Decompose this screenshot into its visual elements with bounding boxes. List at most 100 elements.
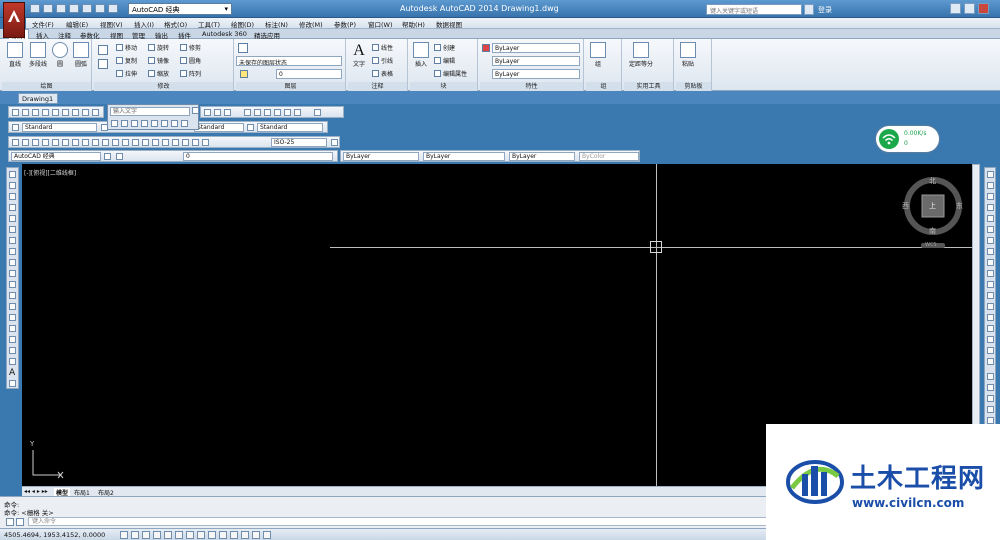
table-style-select[interactable]: Standard bbox=[257, 123, 323, 132]
zoom-extents-icon[interactable] bbox=[141, 120, 148, 127]
break-at-point-icon[interactable] bbox=[987, 292, 994, 299]
layer-properties-icon[interactable] bbox=[238, 43, 248, 53]
plotstyle-toolbar-select[interactable]: ByColor bbox=[579, 152, 639, 161]
viewport-controls-label[interactable]: [-][俯视][二维线框] bbox=[24, 168, 76, 177]
open-file-icon[interactable] bbox=[43, 4, 53, 13]
undo-icon[interactable] bbox=[95, 4, 105, 13]
panel-groups-title[interactable]: 组 bbox=[586, 82, 621, 91]
paste-tool[interactable]: 粘贴 bbox=[678, 42, 698, 68]
save-icon[interactable] bbox=[32, 109, 39, 116]
rectangle-icon[interactable] bbox=[98, 45, 108, 55]
linetype-select[interactable]: ByLayer bbox=[492, 56, 580, 66]
object-snap-icon[interactable] bbox=[175, 531, 183, 539]
table-style-icon[interactable] bbox=[247, 124, 254, 131]
blend-icon[interactable] bbox=[987, 347, 994, 354]
publish-icon[interactable] bbox=[62, 109, 69, 116]
construction-line-icon[interactable] bbox=[9, 182, 16, 189]
pan-icon[interactable] bbox=[161, 120, 168, 127]
command-search-icon[interactable] bbox=[16, 518, 24, 526]
workspace-toolbar-select[interactable]: AutoCAD 经典 bbox=[11, 152, 101, 161]
break-icon[interactable] bbox=[987, 303, 994, 310]
drawing-tab[interactable]: Drawing1 bbox=[18, 93, 58, 104]
edit-block-tool[interactable]: 编辑 bbox=[434, 56, 455, 65]
revision-cloud-icon[interactable] bbox=[9, 248, 16, 255]
create-block-tool[interactable]: 创建 bbox=[434, 43, 455, 52]
panel-block-title[interactable]: 块 bbox=[410, 82, 477, 91]
menu-item-view[interactable]: 视图(V) bbox=[100, 19, 123, 29]
transparency-icon[interactable] bbox=[241, 531, 249, 539]
lineweight-select[interactable]: ByLayer bbox=[492, 69, 580, 79]
send-back-icon[interactable] bbox=[987, 395, 994, 402]
panel-annotation-title[interactable]: 注释 bbox=[348, 82, 407, 91]
dynamic-input-icon[interactable] bbox=[219, 531, 227, 539]
snap-mode-icon[interactable] bbox=[131, 531, 139, 539]
add-selected-icon[interactable] bbox=[9, 380, 16, 387]
polygon-icon[interactable] bbox=[9, 204, 16, 211]
rectangle-icon[interactable] bbox=[9, 215, 16, 222]
orbit-icon[interactable] bbox=[171, 120, 178, 127]
table-tool[interactable]: 表格 bbox=[372, 69, 393, 78]
dim-jogged-icon[interactable] bbox=[62, 139, 69, 146]
trim-tool[interactable]: 修剪 bbox=[180, 43, 201, 52]
quick-dim-icon[interactable] bbox=[92, 139, 99, 146]
stretch-tool[interactable]: 拉伸 bbox=[116, 69, 137, 78]
zoom-out-icon[interactable] bbox=[224, 109, 231, 116]
menu-item-insert[interactable]: 插入(I) bbox=[134, 19, 154, 29]
copy-object-icon[interactable] bbox=[987, 182, 994, 189]
layer-toolbar-select[interactable]: 0 bbox=[183, 152, 333, 161]
rotate-icon[interactable] bbox=[987, 237, 994, 244]
text-tool[interactable]: A 文字 bbox=[349, 42, 369, 68]
dim-break-icon[interactable] bbox=[132, 139, 139, 146]
viewcube-east[interactable]: 东 bbox=[956, 201, 963, 211]
array-icon[interactable] bbox=[987, 215, 994, 222]
dim-text-edit-icon[interactable] bbox=[192, 139, 199, 146]
rotate-tool[interactable]: 旋转 bbox=[148, 43, 169, 52]
sheet-set-icon[interactable] bbox=[274, 109, 281, 116]
design-center-icon[interactable] bbox=[254, 109, 261, 116]
menu-item-dataview[interactable]: 数据视图 bbox=[436, 19, 462, 29]
polyline-tool[interactable]: 多段线 bbox=[27, 42, 49, 68]
viewcube-west[interactable]: 西 bbox=[902, 201, 909, 211]
open-icon[interactable] bbox=[22, 109, 29, 116]
dim-ordinate-icon[interactable] bbox=[42, 139, 49, 146]
save-as-icon[interactable] bbox=[69, 4, 79, 13]
table-icon[interactable] bbox=[9, 358, 16, 365]
scale-tool[interactable]: 缩放 bbox=[148, 69, 169, 78]
restore-button[interactable] bbox=[964, 3, 975, 14]
panel-properties-title[interactable]: 特性 bbox=[480, 82, 583, 91]
text-style-icon[interactable] bbox=[12, 124, 19, 131]
dim-update-icon[interactable] bbox=[202, 139, 209, 146]
plot-icon[interactable] bbox=[82, 4, 92, 13]
application-menu-button[interactable] bbox=[3, 2, 25, 38]
menu-item-dimension[interactable]: 标注(N) bbox=[265, 19, 288, 29]
workspace-settings-icon[interactable] bbox=[104, 153, 111, 160]
bring-front-icon[interactable] bbox=[987, 384, 994, 391]
group-tool[interactable]: 组 bbox=[588, 42, 608, 68]
polyline-icon[interactable] bbox=[9, 193, 16, 200]
dim-scale-select[interactable]: ISO-25 bbox=[271, 138, 327, 147]
chamfer-icon[interactable] bbox=[987, 325, 994, 332]
find-icon[interactable] bbox=[192, 107, 199, 114]
print-icon[interactable] bbox=[42, 109, 49, 116]
panel-modify-title[interactable]: 修改 bbox=[94, 82, 233, 91]
grid-display-icon[interactable] bbox=[142, 531, 150, 539]
dim-edit-icon[interactable] bbox=[182, 139, 189, 146]
markup-icon[interactable] bbox=[284, 109, 291, 116]
arc-tool[interactable]: 圆弧 bbox=[71, 42, 91, 68]
3d-object-snap-icon[interactable] bbox=[186, 531, 194, 539]
dim-angular-icon[interactable] bbox=[82, 139, 89, 146]
workspace-select[interactable]: AutoCAD 经典 ▾ bbox=[128, 3, 232, 15]
zoom-window-icon[interactable] bbox=[121, 120, 128, 127]
insert-block-icon[interactable] bbox=[9, 292, 16, 299]
layer-manager-icon[interactable] bbox=[116, 153, 123, 160]
menu-item-modify[interactable]: 修改(M) bbox=[299, 19, 323, 29]
layer-select[interactable]: 0 bbox=[276, 69, 342, 79]
menu-item-help[interactable]: 帮助(H) bbox=[402, 19, 425, 29]
ellipse-icon[interactable] bbox=[9, 270, 16, 277]
panel-layers-title[interactable]: 图层 bbox=[236, 82, 345, 91]
panel-utilities-title[interactable]: 实用工具 bbox=[624, 82, 673, 91]
viewcube-wcs-menu[interactable]: WCS bbox=[925, 242, 937, 248]
color-toolbar-select[interactable]: ByLayer bbox=[343, 152, 419, 161]
command-input[interactable]: 键入命令 bbox=[28, 517, 768, 526]
trim-icon[interactable] bbox=[987, 270, 994, 277]
